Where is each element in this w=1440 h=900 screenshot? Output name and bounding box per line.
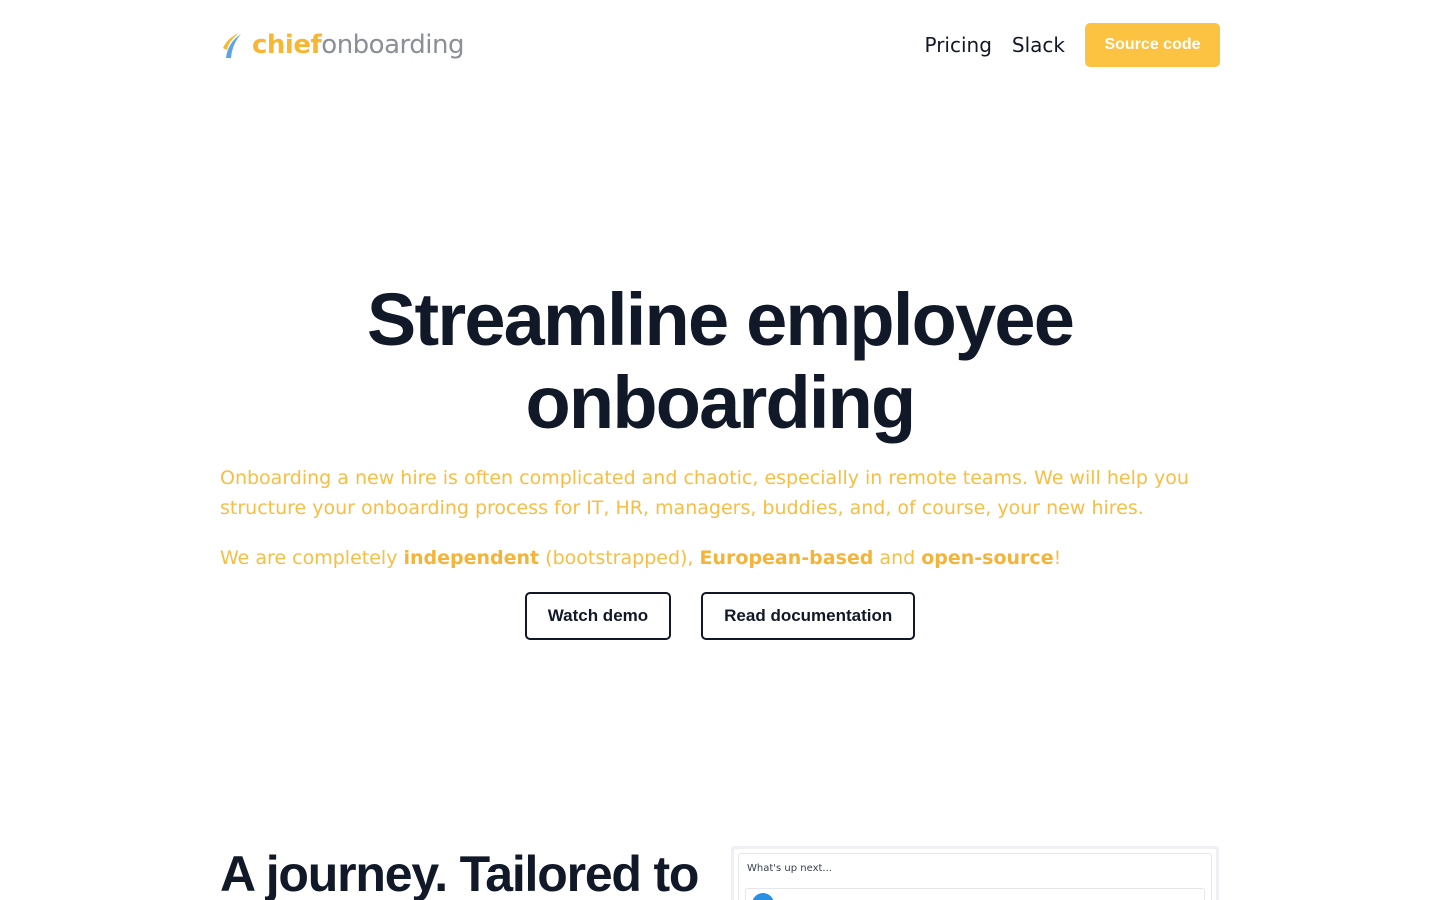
preview-heading: What's up next... — [747, 863, 832, 874]
read-documentation-button[interactable]: Read documentation — [701, 592, 916, 640]
hero-cta-row: Watch demo Read documentation — [220, 592, 1220, 640]
logo-brand-primary: chief — [252, 30, 322, 60]
hero-title: Streamline employee onboarding — [366, 278, 1075, 444]
source-code-button[interactable]: Source code — [1085, 23, 1220, 67]
avatar — [752, 893, 774, 900]
logo-link[interactable]: chiefonboarding — [220, 28, 464, 62]
site-header: chiefonboarding Pricing Slack Source cod… — [220, 22, 1220, 68]
tagline-text-1: We are completely — [220, 547, 404, 569]
app-preview-card: What's up next... — [731, 846, 1219, 900]
tagline-text-4: ! — [1053, 547, 1062, 569]
flame-swoosh-icon — [223, 33, 241, 58]
nav-link-pricing[interactable]: Pricing — [924, 33, 991, 57]
tagline-european: European-based — [699, 547, 874, 569]
tagline-independent: independent — [403, 547, 540, 569]
tagline-text-2: (bootstrapped), — [539, 547, 700, 569]
hero-tagline: We are completely independent (bootstrap… — [220, 543, 1220, 573]
journey-section-title: A journey. Tailored to — [220, 846, 699, 900]
nav-link-slack[interactable]: Slack — [1012, 33, 1065, 57]
preview-list-item — [745, 888, 1205, 900]
tagline-text-3: and — [873, 547, 922, 569]
watch-demo-button[interactable]: Watch demo — [524, 592, 672, 640]
logo-wordmark: chiefonboarding — [252, 32, 464, 58]
page: chiefonboarding Pricing Slack Source cod… — [0, 0, 1440, 900]
tagline-open-source: open-source — [921, 547, 1054, 569]
app-preview-panel: What's up next... — [738, 853, 1212, 900]
logo-brand-secondary: onboarding — [321, 30, 464, 60]
main-nav: Pricing Slack Source code — [924, 23, 1220, 67]
hero-description: Onboarding a new hire is often complicat… — [220, 467, 1189, 519]
